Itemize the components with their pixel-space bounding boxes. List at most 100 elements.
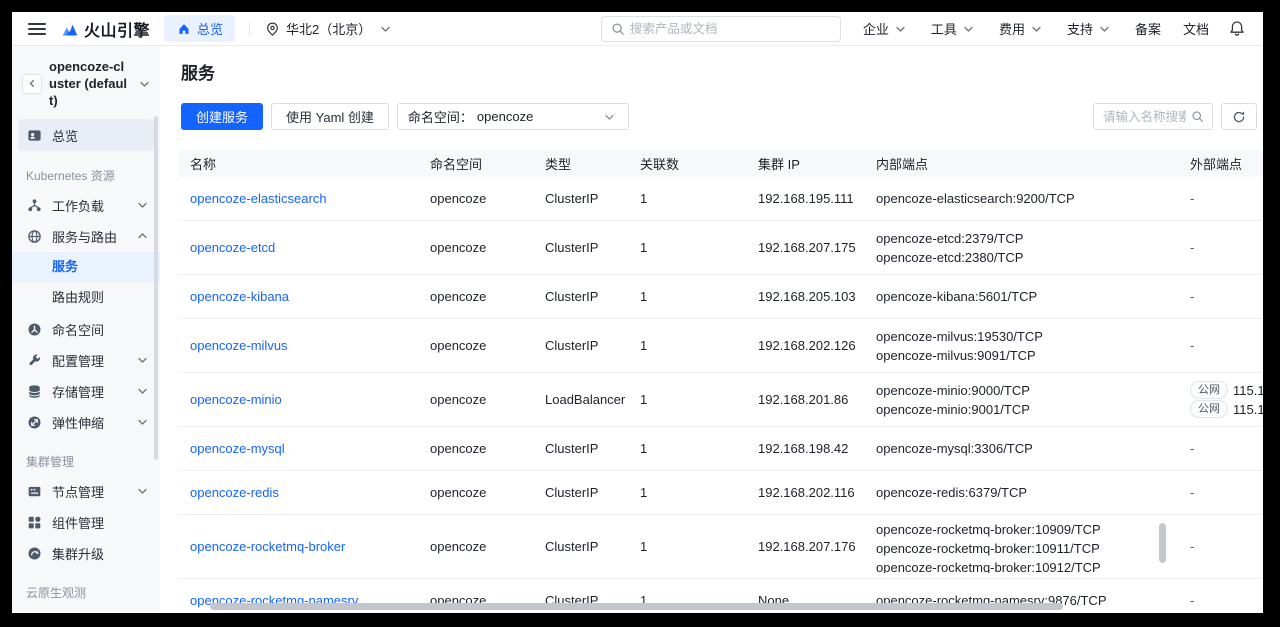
column-header: 名称 — [178, 154, 430, 173]
topnav-support[interactable]: 支持 — [1067, 19, 1113, 38]
column-header: 集群 IP — [758, 154, 876, 173]
count-cell: 1 — [640, 338, 758, 353]
console-window: 火山引擎 总览 华北2（北京） 企业 工具 费用 支持 备案 文档 — [12, 12, 1263, 613]
notification-bell-icon[interactable] — [1229, 20, 1245, 37]
cluster-name: opencoze-cluster (default) — [49, 58, 130, 109]
table-header-row: 名称命名空间类型关联数集群 IP内部端点外部端点 — [178, 150, 1263, 177]
sidebar-item-route-rules[interactable]: 路由规则 — [12, 283, 160, 313]
refresh-button[interactable] — [1221, 103, 1257, 130]
sidebar-item-workload[interactable]: 工作负载 — [12, 190, 160, 220]
hamburger-menu-icon[interactable] — [28, 23, 46, 35]
components-icon — [26, 515, 42, 530]
sidebar-menu: 总览Kubernetes 资源工作负载服务与路由服务路由规则命名空间配置管理存储… — [12, 119, 160, 612]
search-icon — [610, 22, 626, 36]
external-endpoints-cell: - — [1190, 240, 1263, 255]
sidebar-item-namespace[interactable]: 命名空间 — [12, 314, 160, 344]
chevron-down-icon — [137, 79, 152, 89]
topnav-label: 备案 — [1135, 19, 1161, 38]
overview-icon — [26, 128, 42, 143]
chevron-down-icon — [134, 486, 150, 496]
cluster-switcher[interactable]: opencoze-cluster (default) — [12, 46, 160, 119]
volcengine-logo[interactable]: 火山引擎 — [62, 17, 150, 41]
namespace-select-value: opencoze — [477, 109, 533, 124]
topnav-docs[interactable]: 文档 — [1183, 19, 1209, 38]
empty-value-dash: - — [1190, 191, 1194, 206]
service-name-cell: opencoze-kibana — [178, 289, 430, 304]
sidebar-item-config[interactable]: 配置管理 — [12, 345, 160, 375]
column-header: 命名空间 — [430, 154, 545, 173]
internal-endpoints-cell: opencoze-mysql:3306/TCP — [876, 427, 1190, 470]
namespace-cell: opencoze — [430, 392, 545, 407]
sidebar-item-autoscaling[interactable]: 弹性伸缩 — [12, 407, 160, 437]
internal-endpoints-cell: opencoze-elasticsearch:9200/TCP — [876, 177, 1190, 220]
endpoint-line: opencoze-milvus:19530/TCP — [876, 327, 1190, 346]
topnav-billing[interactable]: 费用 — [999, 19, 1045, 38]
service-name-cell: opencoze-elasticsearch — [178, 191, 430, 206]
namespace-select[interactable]: 命名空间： opencoze — [397, 103, 629, 130]
sidebar-item-components[interactable]: 组件管理 — [12, 507, 160, 537]
internal-endpoints-cell: opencoze-redis:6379/TCP — [876, 471, 1190, 514]
internal-endpoints-cell: opencoze-milvus:19530/TCPopencoze-milvus… — [876, 319, 1190, 372]
empty-value-dash: - — [1190, 593, 1194, 608]
cluster-ip-cell: 192.168.207.175 — [758, 240, 876, 255]
service-name-link[interactable]: opencoze-kibana — [190, 289, 289, 304]
table-row: opencoze-minioopencozeLoadBalancer1192.1… — [178, 373, 1263, 427]
topnav-label: 费用 — [999, 19, 1025, 38]
service-name-cell: opencoze-minio — [178, 392, 430, 407]
endpoint-cell-scrollbar[interactable] — [1156, 521, 1168, 569]
sidebar-item-upgrade[interactable]: 集群升级 — [12, 538, 160, 568]
service-name-link[interactable]: opencoze-rocketmq-broker — [190, 539, 345, 554]
global-search — [601, 16, 841, 42]
logo-text: 火山引擎 — [84, 17, 150, 41]
chevron-down-icon — [134, 386, 150, 396]
console-overview-button[interactable]: 总览 — [164, 15, 235, 42]
count-cell: 1 — [640, 539, 758, 554]
topnav-tools[interactable]: 工具 — [931, 19, 977, 38]
chevron-down-icon — [893, 24, 909, 34]
region-selector[interactable]: 华北2（北京） — [264, 19, 393, 38]
count-cell: 1 — [640, 240, 758, 255]
empty-value-dash: - — [1190, 539, 1194, 554]
namespace-cell: opencoze — [430, 485, 545, 500]
service-name-link[interactable]: opencoze-milvus — [190, 338, 288, 353]
create-service-button[interactable]: 创建服务 — [181, 103, 263, 130]
type-cell: ClusterIP — [545, 191, 640, 206]
table-row: opencoze-rocketmq-brokeropencozeClusterI… — [178, 515, 1263, 579]
horizontal-scrollbar[interactable] — [210, 603, 1063, 610]
table-row: opencoze-kibanaopencozeClusterIP1192.168… — [178, 275, 1263, 319]
topnav-label: 文档 — [1183, 19, 1209, 38]
sidebar-item-service[interactable]: 服务 — [12, 252, 160, 282]
sidebar-item-overview[interactable]: 总览 — [18, 119, 154, 151]
external-endpoints-cell: - — [1190, 441, 1263, 456]
toolbar: 创建服务 使用 Yaml 创建 命名空间： opencoze — [181, 103, 1263, 130]
namespace-cell: opencoze — [430, 338, 545, 353]
sidebar-item-storage[interactable]: 存储管理 — [12, 376, 160, 406]
namespace-select-label: 命名空间： — [408, 107, 473, 126]
empty-value-dash: - — [1190, 289, 1194, 304]
external-endpoint-line: 公网115.190.8 — [1190, 400, 1263, 419]
service-name-link[interactable]: opencoze-etcd — [190, 240, 275, 255]
endpoint-line: opencoze-redis:6379/TCP — [876, 483, 1190, 502]
namespace-cell: opencoze — [430, 240, 545, 255]
create-with-yaml-button[interactable]: 使用 Yaml 创建 — [271, 103, 389, 130]
sidebar-item-obs-overview[interactable]: 概览 — [12, 607, 160, 612]
sidebar-item-service-route[interactable]: 服务与路由 — [12, 221, 160, 251]
cluster-ip-cell: 192.168.205.103 — [758, 289, 876, 304]
topnav-label: 企业 — [863, 19, 889, 38]
sidebar-collapse-button[interactable] — [22, 74, 42, 94]
topnav-icp[interactable]: 备案 — [1135, 19, 1161, 38]
external-endpoints-cell: - — [1190, 593, 1263, 608]
endpoint-line: opencoze-etcd:2379/TCP — [876, 229, 1190, 248]
sidebar-scrollbar[interactable] — [154, 116, 158, 460]
endpoint-line: opencoze-kibana:5601/TCP — [876, 287, 1190, 306]
global-search-input[interactable] — [601, 16, 841, 42]
topnav-enterprise[interactable]: 企业 — [863, 19, 909, 38]
service-name-link[interactable]: opencoze-elasticsearch — [190, 191, 327, 206]
topbar-nav: 企业 工具 费用 支持 备案 文档 — [863, 19, 1209, 38]
type-cell: ClusterIP — [545, 539, 640, 554]
service-name-link[interactable]: opencoze-minio — [190, 392, 282, 407]
sidebar-item-label: 工作负载 — [52, 196, 134, 215]
service-name-link[interactable]: opencoze-mysql — [190, 441, 285, 456]
sidebar-item-node[interactable]: 节点管理 — [12, 476, 160, 506]
service-name-link[interactable]: opencoze-redis — [190, 485, 279, 500]
